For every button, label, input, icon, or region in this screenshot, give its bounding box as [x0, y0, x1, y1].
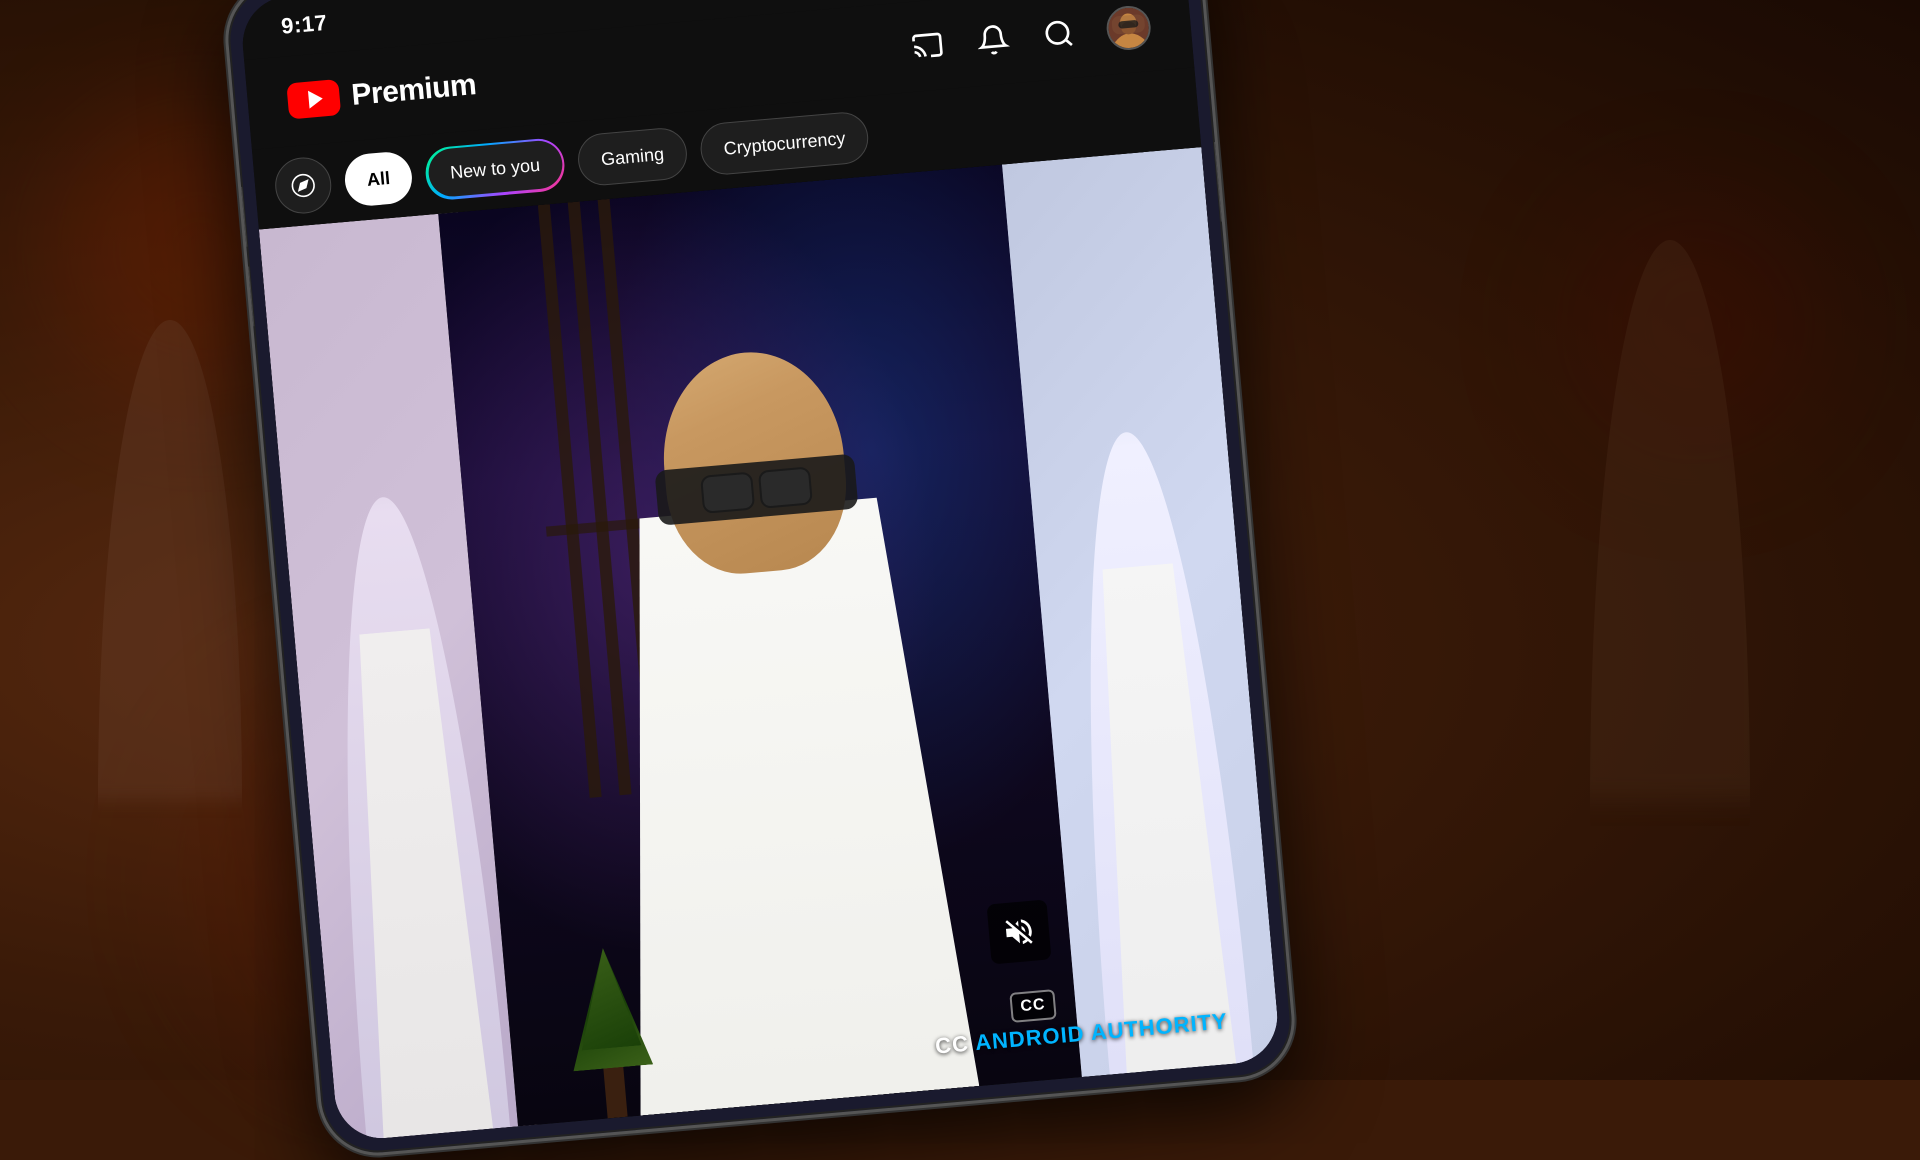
- phone-screen: 9:17: [239, 0, 1281, 1142]
- youtube-icon: [286, 79, 341, 119]
- cast-button[interactable]: [908, 26, 947, 65]
- search-button[interactable]: [1039, 15, 1078, 54]
- youtube-play-triangle: [307, 90, 323, 109]
- avatar-image: [1107, 6, 1150, 49]
- user-avatar[interactable]: [1105, 4, 1153, 52]
- notifications-button[interactable]: [974, 20, 1013, 59]
- explore-chip[interactable]: [273, 155, 334, 216]
- cryptocurrency-chip[interactable]: Cryptocurrency: [699, 110, 871, 176]
- cc-badge: CC: [1009, 989, 1057, 1023]
- plant: [562, 935, 657, 1121]
- sunglass-left: [700, 471, 755, 513]
- header-actions: [908, 4, 1153, 69]
- mute-button[interactable]: [987, 899, 1052, 964]
- watermark-prefix: CC: [934, 1030, 976, 1058]
- status-time: 9:17: [280, 10, 328, 40]
- gaming-chip[interactable]: Gaming: [576, 126, 689, 187]
- sunglass-right: [758, 466, 813, 508]
- video-main[interactable]: [438, 163, 1102, 1127]
- cc-label: CC: [1020, 996, 1046, 1015]
- app-name: Premium: [350, 68, 477, 113]
- new-to-you-chip-wrapper[interactable]: New to you: [423, 136, 566, 201]
- all-chip[interactable]: All: [343, 150, 414, 208]
- youtube-logo: Premium: [286, 67, 477, 119]
- phone-device: 9:17: [220, 0, 1299, 1160]
- new-to-you-chip: New to you: [426, 139, 564, 199]
- video-content: CC: [259, 147, 1281, 1142]
